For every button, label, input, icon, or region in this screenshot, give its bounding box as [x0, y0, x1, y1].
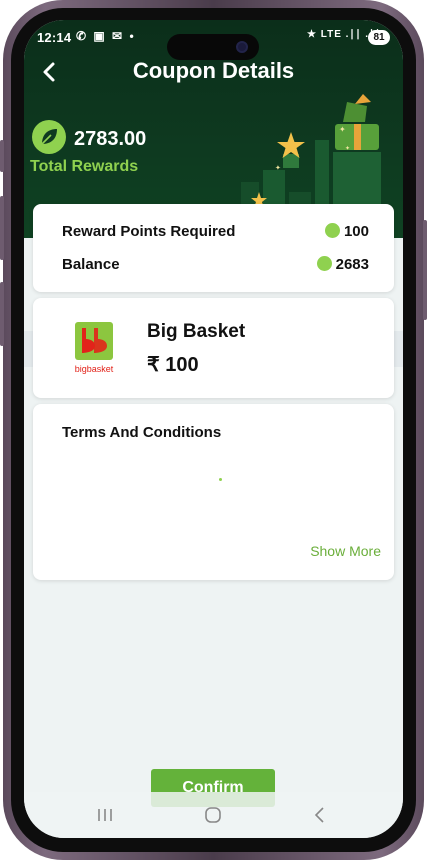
notification-icons: ✆ ▣ ✉ •	[76, 29, 136, 43]
balance-label: Balance	[62, 256, 120, 273]
required-points-label: Reward Points Required	[62, 223, 236, 240]
leaf-icon	[324, 223, 340, 238]
back-button[interactable]	[34, 56, 66, 88]
recents-icon	[98, 809, 112, 821]
svg-text:✦: ✦	[345, 145, 350, 152]
nav-back-icon	[314, 807, 324, 823]
top-app-bar: Coupon Details	[24, 56, 403, 92]
power-button	[423, 220, 427, 320]
nav-back-button[interactable]	[300, 800, 340, 830]
coupon-price: ₹ 100	[147, 354, 199, 376]
back-arrow-icon	[43, 62, 55, 82]
svg-text:bigbasket: bigbasket	[75, 364, 114, 374]
leaf-icon	[316, 256, 332, 271]
home-icon	[205, 807, 221, 823]
required-points-value: 100	[324, 223, 369, 240]
system-nav-bar	[24, 792, 403, 838]
svg-text:✦: ✦	[275, 164, 281, 172]
required-points-number: 100	[343, 223, 369, 240]
points-card: Reward Points Required 100 Balance 2683	[33, 204, 394, 292]
status-time: 12:14	[37, 30, 72, 45]
balance-value: 2683	[316, 256, 369, 273]
terms-title: Terms And Conditions	[62, 424, 222, 441]
show-more-link[interactable]: Show More	[310, 543, 381, 559]
svg-text:✦: ✦	[339, 125, 346, 134]
volume-button	[0, 140, 4, 172]
loading-indicator	[219, 478, 222, 481]
recents-button[interactable]	[85, 800, 125, 830]
brand-name: Big Basket	[147, 321, 246, 342]
total-rewards-label: Total Rewards	[30, 158, 139, 175]
coupon-card: bigbasket Big Basket ₹ 100	[33, 298, 394, 398]
battery-icon: 81	[368, 30, 390, 45]
volume-button	[0, 282, 4, 346]
reward-leaf-icon	[32, 120, 66, 154]
app-screen: 12:14 ✆ ▣ ✉ • ★ LTE .∣∣ .∣∣ 81 Coupon De…	[24, 20, 403, 838]
terms-card: Terms And Conditions Show More	[33, 404, 394, 580]
volume-button	[0, 196, 4, 260]
total-rewards-value: 2783.00	[74, 128, 147, 150]
page-title: Coupon Details	[132, 58, 295, 83]
bigbasket-logo: bigbasket	[73, 322, 115, 374]
home-button[interactable]	[193, 800, 233, 830]
status-bar: 12:14 ✆ ▣ ✉ • ★ LTE .∣∣ .∣∣ 81	[24, 20, 403, 60]
balance-number: 2683	[335, 256, 369, 273]
camera-lens-icon	[236, 41, 248, 53]
